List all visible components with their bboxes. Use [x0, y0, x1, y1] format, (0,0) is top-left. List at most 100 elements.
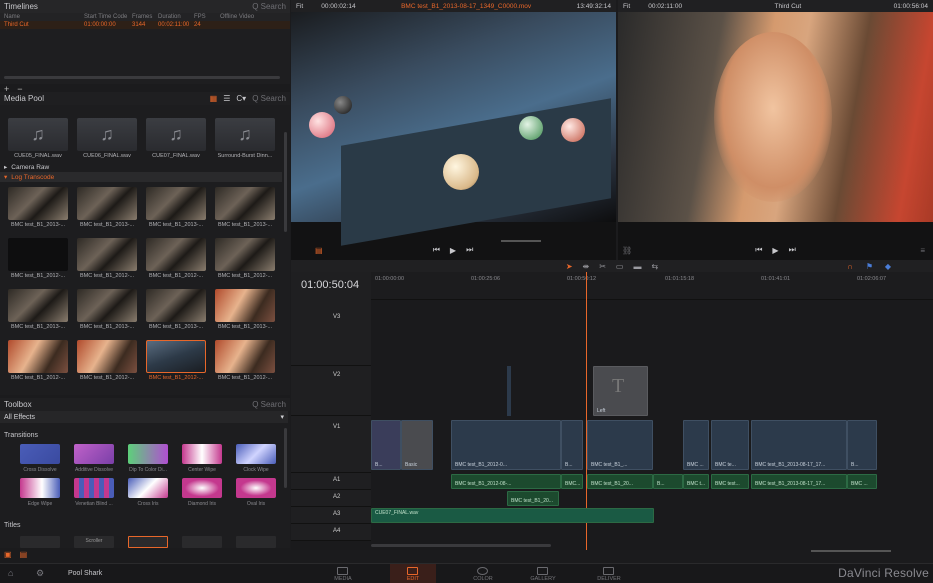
a1-clip[interactable]: BMC test_B1_2013-08-17_17... [751, 474, 847, 489]
record-video-frame[interactable] [618, 12, 933, 222]
source-zoom[interactable]: Fit [296, 3, 303, 10]
clip-thumb[interactable] [215, 289, 275, 322]
v2-clip-sliver[interactable] [507, 366, 511, 416]
clip-thumb[interactable] [8, 187, 68, 220]
transition-thumb[interactable] [74, 478, 114, 498]
skip-forward-icon[interactable]: ⏭ [789, 245, 796, 255]
home-icon[interactable]: ⌂ [8, 568, 13, 578]
clip-thumb[interactable] [146, 238, 206, 271]
overwrite-icon[interactable]: ▬ [633, 262, 641, 271]
transition-thumb[interactable] [236, 444, 276, 464]
snap-icon[interactable]: ∩ [847, 262, 853, 271]
flag-icon[interactable]: ⚑ [866, 262, 873, 271]
settings-gear-icon[interactable]: ⚙ [36, 568, 44, 579]
transition-thumb[interactable] [236, 478, 276, 498]
audio-meter-icon[interactable]: ≡ [920, 246, 925, 255]
source-scrubber[interactable] [501, 240, 541, 242]
title-thumb[interactable] [20, 536, 60, 548]
clip-thumb[interactable] [77, 187, 137, 220]
skip-back-icon[interactable]: ⏮ [433, 245, 440, 255]
transition-thumb[interactable] [182, 478, 222, 498]
transition-thumb[interactable] [74, 444, 114, 464]
bin-camera-raw[interactable]: ▸ Camera Raw [4, 163, 49, 172]
clip-thumb[interactable] [77, 340, 137, 373]
skip-back-icon[interactable]: ⏮ [755, 245, 762, 255]
link-icon[interactable]: ⛓ [622, 246, 632, 255]
timeline-zoom-slider[interactable] [811, 550, 891, 552]
source-video-frame[interactable] [291, 12, 616, 246]
skip-forward-icon[interactable]: ⏭ [466, 245, 473, 255]
audio-clip-thumb[interactable]: ♫ [215, 118, 275, 151]
timeline-ruler[interactable]: 01:00:00:00 01:00:25:06 01:00:50:12 01:0… [371, 272, 933, 300]
selection-tool-icon[interactable]: ➤ [566, 262, 573, 271]
page-media-button[interactable]: MEDIA [320, 564, 366, 583]
toolbox-search[interactable]: Q Search [252, 400, 286, 409]
marker-icon[interactable]: ◆ [885, 262, 891, 271]
v1-clip[interactable]: Basic [401, 420, 433, 470]
col-frames[interactable]: Frames [132, 14, 158, 20]
v1-clip[interactable]: BMC ... [683, 420, 709, 470]
mark-in-icon[interactable]: ▤ [315, 246, 323, 255]
v1-clip[interactable]: B... [561, 420, 583, 470]
timeline-row[interactable]: Third Cut 01:00:00:00 3144 00:02:11:00 2… [0, 21, 290, 29]
transition-thumb[interactable] [182, 444, 222, 464]
effects-toggle-icon[interactable]: ▤ [20, 550, 28, 559]
a1-clip[interactable]: BMC test_B1_20... [587, 474, 653, 489]
title-thumb[interactable] [236, 536, 276, 548]
clip-thumb[interactable] [77, 238, 137, 271]
transition-thumb[interactable] [20, 444, 60, 464]
insert-icon[interactable]: ▭ [616, 262, 624, 271]
blade-tool-icon[interactable]: ✂ [599, 262, 606, 271]
clip-thumb[interactable] [146, 289, 206, 322]
v1-clip[interactable]: BMC test_B1_2012-0... [451, 420, 561, 470]
grid-view-icon[interactable]: ▦ [210, 94, 218, 103]
clip-thumb[interactable] [215, 238, 275, 271]
replace-icon[interactable]: ⇆ [651, 262, 658, 271]
a3-clip[interactable]: CUE07_FINAL.wav [371, 508, 654, 523]
clip-thumb[interactable] [77, 289, 137, 322]
timelines-search[interactable]: Q Search [252, 2, 286, 11]
transition-thumb[interactable] [20, 478, 60, 498]
clip-thumb[interactable] [215, 340, 275, 373]
clip-thumb-selected[interactable] [146, 340, 206, 373]
a1-clip[interactable]: BMC test_B1_2012-08-... [451, 474, 561, 489]
audio-clip-thumb[interactable]: ♫ [8, 118, 68, 151]
col-fps[interactable]: FPS [194, 14, 220, 20]
transition-thumb[interactable] [128, 478, 168, 498]
list-view-icon[interactable]: ☰ [223, 94, 230, 103]
all-effects-dropdown[interactable]: All Effects ▾ [0, 411, 288, 423]
col-offline[interactable]: Offline Video [220, 14, 254, 20]
clip-thumb[interactable] [146, 187, 206, 220]
clip-thumb[interactable] [215, 187, 275, 220]
v1-clip[interactable]: B... [371, 420, 401, 470]
trim-tool-icon[interactable]: ⇼ [583, 262, 590, 271]
title-thumb-scroller[interactable]: Scroller [74, 536, 114, 548]
audio-clip-thumb[interactable]: ♫ [77, 118, 137, 151]
timeline-hscrollbar[interactable] [371, 544, 551, 547]
title-clip[interactable]: T Left [593, 366, 648, 416]
clip-thumb[interactable] [8, 238, 68, 271]
a2-clip[interactable]: BMC test_B1_20... [507, 491, 559, 506]
a1-clip[interactable]: B... [653, 474, 683, 489]
v1-clip[interactable]: B... [847, 420, 877, 470]
v1-clip[interactable]: BMC te... [711, 420, 749, 470]
play-icon[interactable]: ▶ [450, 246, 456, 255]
timelines-scrollbar[interactable] [4, 76, 280, 79]
transition-thumb[interactable] [128, 444, 168, 464]
title-thumb-selected[interactable] [128, 536, 168, 548]
toolbox-scrollbar[interactable] [284, 428, 287, 488]
clip-thumb[interactable] [8, 340, 68, 373]
bin-log-transcode[interactable]: ▾ Log Transcode [0, 172, 282, 182]
page-edit-button[interactable]: EDIT [390, 564, 436, 583]
clip-thumb[interactable] [8, 289, 68, 322]
audio-clip-thumb[interactable]: ♫ [146, 118, 206, 151]
v1-clip[interactable]: BMC test_B1_2013-08-17_17... [751, 420, 847, 470]
a1-clip[interactable]: BMC... [561, 474, 583, 489]
a1-clip[interactable]: BMC test... [711, 474, 749, 489]
record-timeline-name[interactable]: Third Cut [775, 3, 802, 10]
page-gallery-button[interactable]: GALLERY [520, 564, 566, 583]
media-pool-scrollbar[interactable] [284, 132, 287, 232]
page-deliver-button[interactable]: DELIVER [586, 564, 632, 583]
title-thumb[interactable] [182, 536, 222, 548]
record-zoom[interactable]: Fit [623, 3, 630, 10]
